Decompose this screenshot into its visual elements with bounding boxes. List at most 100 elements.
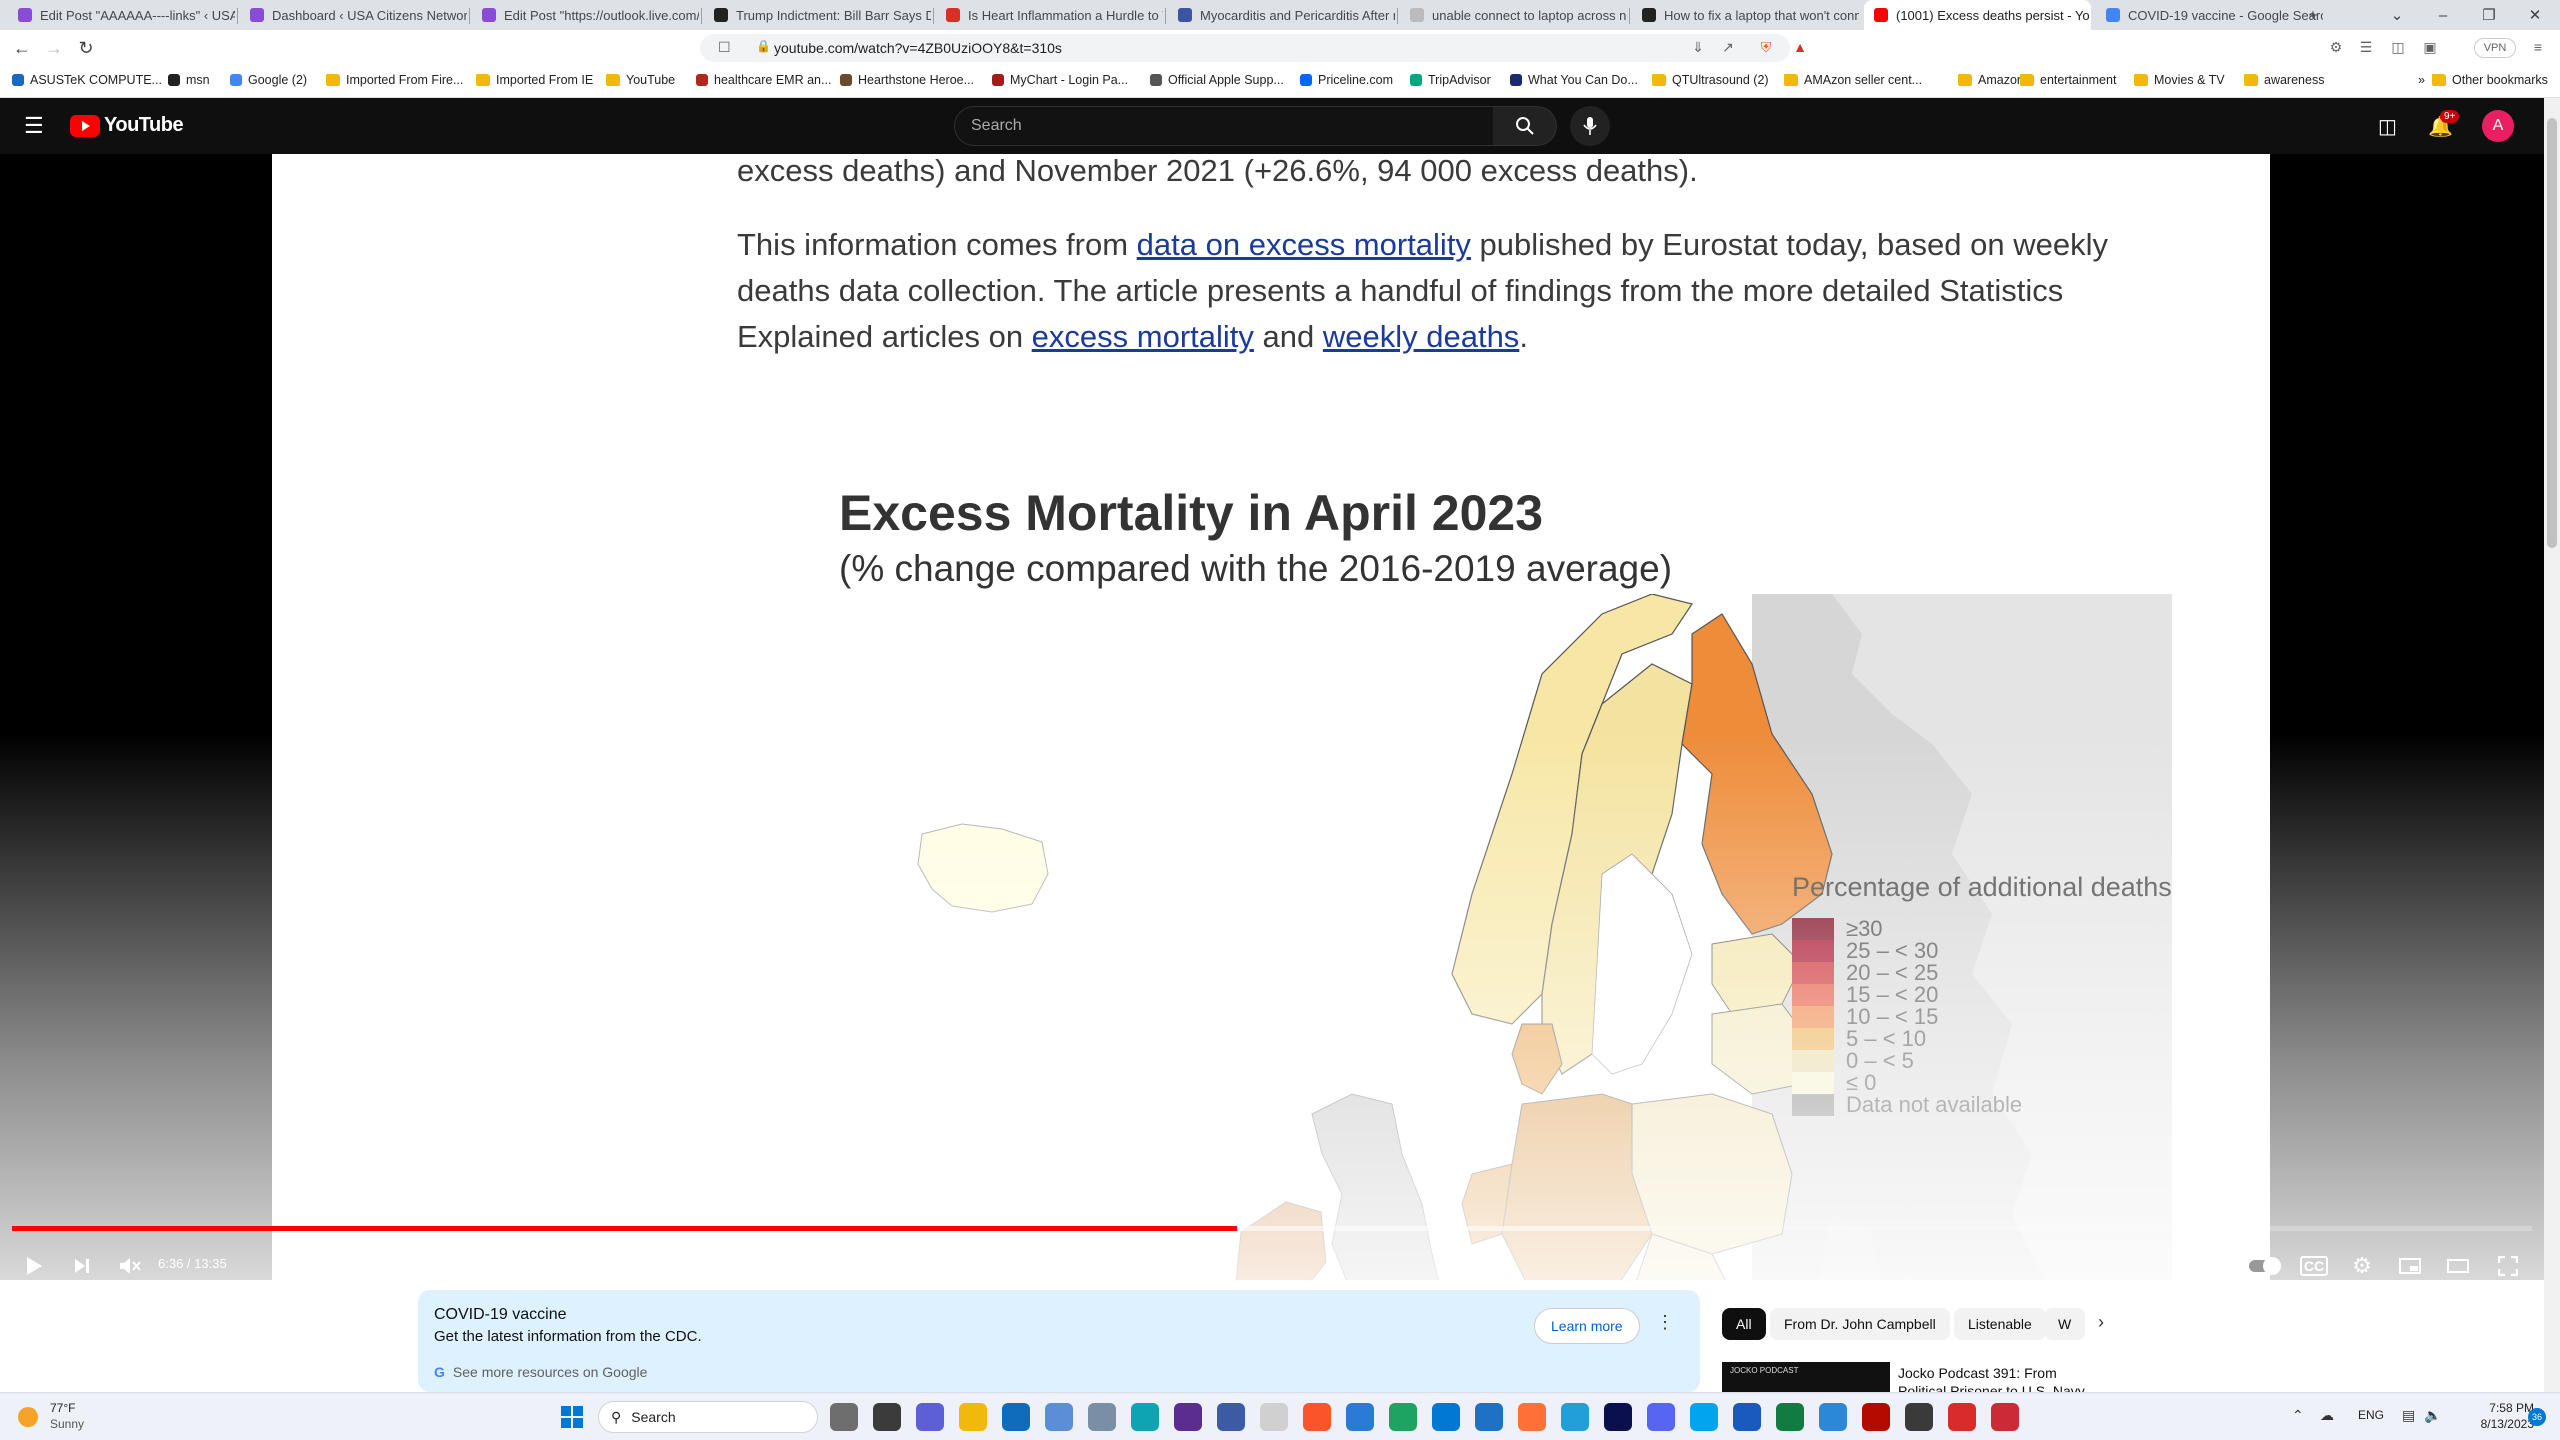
bookmark-item[interactable]: ASUSTeK COMPUTE... bbox=[12, 73, 162, 87]
bookmark-item[interactable]: Official Apple Supp... bbox=[1150, 73, 1284, 87]
extensions-icon[interactable]: ⚙ bbox=[2326, 37, 2346, 57]
taskbar-app-icon[interactable] bbox=[1991, 1403, 2019, 1431]
chip-scroll-right-icon[interactable]: › bbox=[2098, 1312, 2104, 1333]
next-button[interactable] bbox=[64, 1248, 100, 1280]
install-icon[interactable]: ⇓ bbox=[1688, 37, 1708, 57]
progress-bar[interactable] bbox=[12, 1226, 2532, 1231]
taskbar-app-icon[interactable] bbox=[1518, 1403, 1546, 1431]
miniplayer-button[interactable] bbox=[2392, 1248, 2428, 1280]
browser-tab[interactable]: Myocarditis and Pericarditis After m bbox=[1168, 0, 1395, 30]
taskbar-app-icon[interactable] bbox=[830, 1403, 858, 1431]
sun-weather-icon[interactable] bbox=[18, 1407, 38, 1427]
taskbar-app-icon[interactable] bbox=[1862, 1403, 1890, 1431]
bookmark-item[interactable]: MyChart - Login Pa... bbox=[992, 73, 1128, 87]
voice-search-button[interactable] bbox=[1570, 106, 1610, 146]
taskbar-app-icon[interactable] bbox=[1045, 1403, 1073, 1431]
playlist-icon[interactable]: ☰ bbox=[2356, 37, 2376, 57]
browser-tab[interactable]: Edit Post "AAAAAA----links" ‹ USA C bbox=[8, 0, 235, 30]
browser-tab[interactable]: Is Heart Inflammation a Hurdle to Va bbox=[936, 0, 1163, 30]
see-more-resources-link[interactable]: G See more resources on Google bbox=[434, 1364, 647, 1380]
taskbar-app-icon[interactable] bbox=[1819, 1403, 1847, 1431]
clock-date[interactable]: 8/13/2023 bbox=[2452, 1417, 2534, 1431]
taskbar-app-icon[interactable] bbox=[1002, 1403, 1030, 1431]
bookmark-item[interactable]: QTUltrasound (2) bbox=[1652, 73, 1769, 87]
taskbar-app-icon[interactable] bbox=[1647, 1403, 1675, 1431]
taskbar-app-icon[interactable] bbox=[1690, 1403, 1718, 1431]
onedrive-icon[interactable]: ☁ bbox=[2320, 1407, 2334, 1424]
filter-chip[interactable]: All bbox=[1722, 1308, 1766, 1340]
taskbar-app-icon[interactable] bbox=[1131, 1403, 1159, 1431]
taskbar-app-icon[interactable] bbox=[1217, 1403, 1245, 1431]
taskbar-app-icon[interactable] bbox=[1432, 1403, 1460, 1431]
fullscreen-button[interactable] bbox=[2490, 1248, 2526, 1280]
notification-center-badge[interactable]: 36 bbox=[2528, 1408, 2546, 1426]
filter-chip[interactable]: Listenable bbox=[1954, 1308, 2046, 1340]
minimize-window-icon[interactable]: – bbox=[2420, 0, 2466, 30]
browser-tab[interactable]: COVID-19 vaccine - Google Search bbox=[2096, 0, 2323, 30]
page-scrollbar[interactable] bbox=[2544, 98, 2560, 1392]
tray-overflow-icon[interactable]: ⌃ bbox=[2292, 1407, 2304, 1424]
mute-button[interactable] bbox=[112, 1248, 148, 1280]
tab-search-icon[interactable]: ⌄ bbox=[2374, 0, 2420, 30]
taskbar-app-icon[interactable] bbox=[1604, 1403, 1632, 1431]
learn-more-button[interactable]: Learn more bbox=[1534, 1308, 1640, 1344]
menu-icon[interactable]: ≡ bbox=[2528, 37, 2548, 57]
browser-tab[interactable]: Trump Indictment: Bill Barr Says Do bbox=[704, 0, 931, 30]
taskbar-app-icon[interactable] bbox=[1948, 1403, 1976, 1431]
video-player[interactable]: excess deaths) and November 2021 (+26.6%… bbox=[0, 154, 2560, 1280]
bookmark-item[interactable]: Google (2) bbox=[230, 73, 307, 87]
taskbar-app-icon[interactable] bbox=[1905, 1403, 1933, 1431]
bookmark-item[interactable]: What You Can Do... bbox=[1510, 73, 1638, 87]
browser-tab[interactable]: (1001) Excess deaths persist - Yo✕ bbox=[1864, 0, 2091, 30]
new-tab-button[interactable]: + bbox=[2290, 0, 2336, 30]
bookmark-star-icon[interactable]: ☐ bbox=[718, 39, 731, 56]
youtube-logo[interactable]: YouTube bbox=[70, 114, 184, 137]
bookmark-overflow-icon[interactable]: » bbox=[2418, 73, 2425, 87]
bookmark-item[interactable]: healthcare EMR an... bbox=[696, 73, 831, 87]
taskbar-app-icon[interactable] bbox=[916, 1403, 944, 1431]
vpn-button[interactable]: VPN bbox=[2474, 38, 2516, 58]
taskbar-app-icon[interactable] bbox=[1174, 1403, 1202, 1431]
bookmark-item[interactable]: Hearthstone Heroe... bbox=[840, 73, 974, 87]
clock-time[interactable]: 7:58 PM bbox=[2452, 1401, 2534, 1415]
taskbar-search[interactable]: ⚲ Search bbox=[598, 1401, 818, 1433]
bookmark-item[interactable]: Amazon bbox=[1958, 73, 2024, 87]
other-bookmarks[interactable]: Other bookmarks bbox=[2432, 73, 2548, 87]
more-options-icon[interactable]: ⋮ bbox=[1656, 1312, 1674, 1333]
taskbar-app-icon[interactable] bbox=[1088, 1403, 1116, 1431]
filter-chip[interactable]: W bbox=[2044, 1308, 2086, 1340]
taskbar-app-icon[interactable] bbox=[873, 1403, 901, 1431]
brave-shield-icon[interactable]: ⛨ bbox=[1756, 37, 1776, 57]
taskbar-app-icon[interactable] bbox=[1733, 1403, 1761, 1431]
language-indicator[interactable]: ENG bbox=[2358, 1408, 2384, 1422]
share-icon[interactable]: ↗ bbox=[1718, 37, 1738, 57]
hamburger-menu-icon[interactable]: ☰ bbox=[24, 115, 44, 137]
recommendation-thumbnail[interactable]: JOCKO PODCAST bbox=[1722, 1362, 1890, 1392]
browser-tab[interactable]: Dashboard ‹ USA Citizens Network – bbox=[240, 0, 467, 30]
bookmark-item[interactable]: entertainment bbox=[2020, 73, 2116, 87]
bookmark-item[interactable]: msn bbox=[168, 73, 210, 87]
reload-icon[interactable]: ↻ bbox=[74, 36, 98, 60]
taskbar-app-icon[interactable] bbox=[1346, 1403, 1374, 1431]
bookmark-item[interactable]: TripAdvisor bbox=[1410, 73, 1491, 87]
bookmark-item[interactable]: Imported From Fire... bbox=[326, 73, 463, 87]
play-button[interactable] bbox=[16, 1248, 52, 1280]
taskbar-app-icon[interactable] bbox=[1475, 1403, 1503, 1431]
sidebar-icon[interactable]: ◫ bbox=[2388, 37, 2408, 57]
address-bar[interactable]: ☐ 🔒 youtube.com/watch?v=4ZB0UziOOY8&t=31… bbox=[700, 34, 1790, 62]
bookmark-item[interactable]: Priceline.com bbox=[1300, 73, 1393, 87]
taskbar-app-icon[interactable] bbox=[1561, 1403, 1589, 1431]
network-icon[interactable]: ▤ bbox=[2402, 1407, 2415, 1424]
bookmark-item[interactable]: AMAzon seller cent... bbox=[1784, 73, 1922, 87]
settings-button[interactable]: ⚙ bbox=[2344, 1248, 2380, 1280]
create-video-icon[interactable]: ◫ bbox=[2378, 114, 2397, 139]
restore-window-icon[interactable]: ❐ bbox=[2466, 0, 2512, 30]
autoplay-toggle[interactable] bbox=[2246, 1248, 2282, 1280]
taskbar-app-icon[interactable] bbox=[1260, 1403, 1288, 1431]
bookmark-item[interactable]: Imported From IE bbox=[476, 73, 593, 87]
youtube-search-input[interactable]: Search bbox=[954, 106, 1494, 146]
taskbar-app-icon[interactable] bbox=[1303, 1403, 1331, 1431]
taskbar-app-icon[interactable] bbox=[1389, 1403, 1417, 1431]
url-text[interactable]: youtube.com/watch?v=4ZB0UziOOY8&t=310s bbox=[774, 40, 1062, 56]
captions-button[interactable]: CC bbox=[2296, 1248, 2332, 1280]
